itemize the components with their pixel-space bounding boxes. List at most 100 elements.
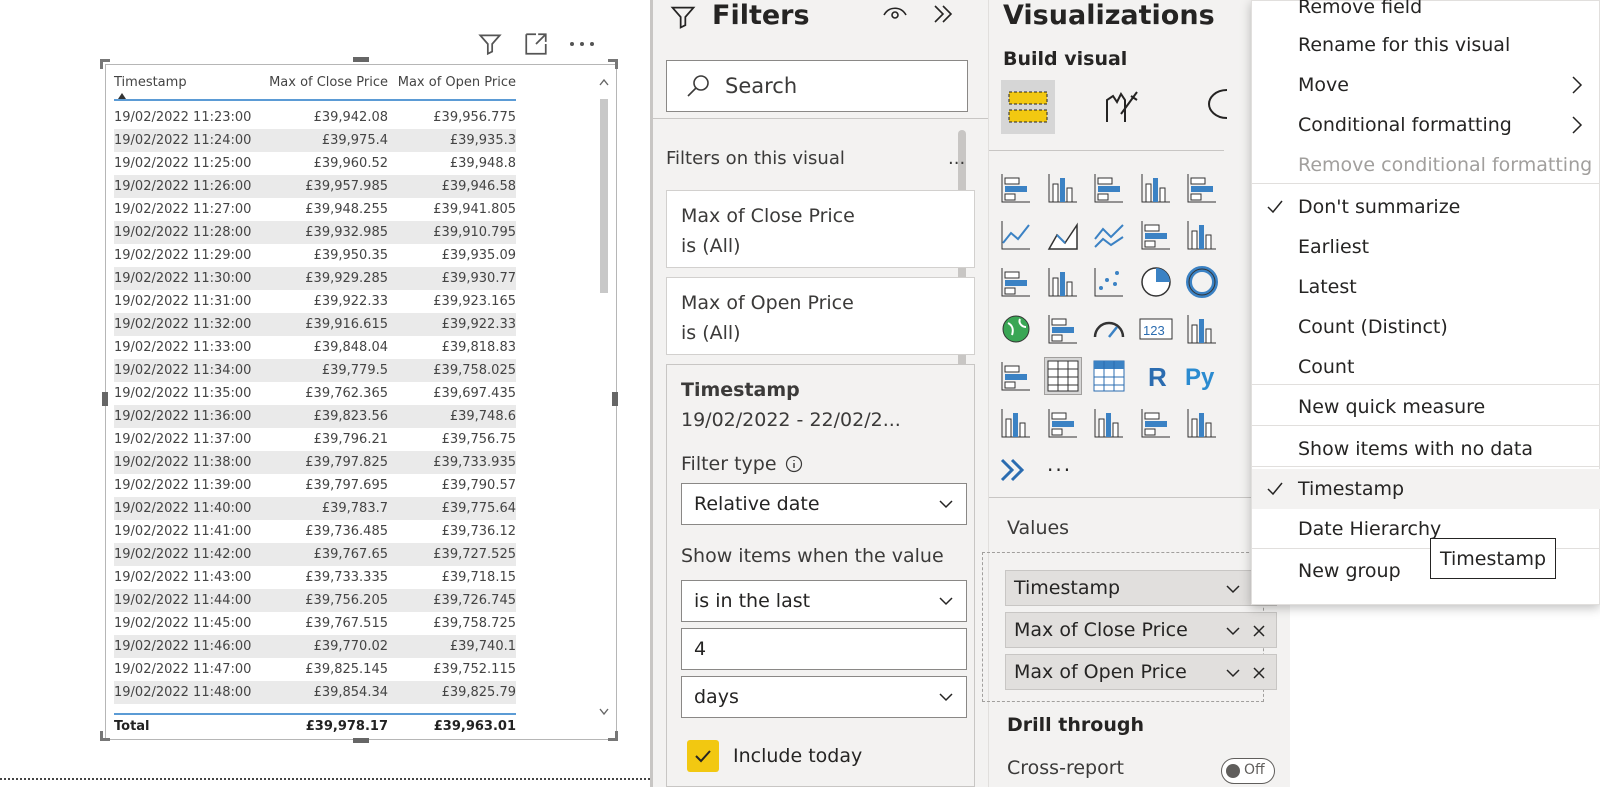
table-row[interactable]: 19/02/2022 11:26:00 £39,957.985 £39,946.58 [114, 175, 516, 198]
menu-item-rename-for-this-visual[interactable]: Rename for this visual [1252, 25, 1600, 65]
table-row[interactable]: 19/02/2022 11:39:00 £39,797.695 £39,790.57 [114, 474, 516, 497]
table-row[interactable]: 19/02/2022 11:41:00 £39,736.485 £39,736.12 [114, 520, 516, 543]
table-header-open-price[interactable]: Max of Open Price [388, 75, 516, 90]
table-row[interactable]: 19/02/2022 11:40:00 £39,783.7 £39,775.64 [114, 497, 516, 520]
chevron-down-icon[interactable] [1224, 664, 1242, 682]
scroll-thumb[interactable] [600, 99, 608, 293]
unit-dropdown[interactable]: days [681, 676, 967, 718]
value-well-timestamp[interactable]: Timestamp [1005, 570, 1277, 606]
multi-row-card-icon[interactable] [1184, 311, 1220, 347]
table-row[interactable]: 19/02/2022 11:32:00 £39,916.615 £39,922.33 [114, 313, 516, 336]
menu-item-don-t-summarize[interactable]: Don't summarize [1252, 187, 1600, 227]
python-visual-icon[interactable]: Py [1184, 358, 1220, 394]
smart-narrative-icon[interactable] [1091, 405, 1127, 441]
value-well-open-price[interactable]: Max of Open Price [1005, 654, 1277, 690]
menu-item-remove-field[interactable]: Remove field [1252, 0, 1600, 27]
resize-handle-left[interactable] [102, 392, 108, 406]
table-row[interactable]: 19/02/2022 11:48:00 £39,854.34 £39,825.79 [114, 681, 516, 704]
arcgis-map-icon[interactable] [1184, 405, 1220, 441]
menu-item-count-distinct[interactable]: Count (Distinct) [1252, 307, 1600, 347]
table-row[interactable]: 19/02/2022 11:44:00 £39,756.205 £39,726.74… [114, 589, 516, 612]
ribbon-chart-icon[interactable] [998, 264, 1034, 300]
map-icon[interactable] [998, 311, 1034, 347]
power-automate-icon[interactable] [998, 452, 1034, 488]
funnel-chart-icon[interactable] [1045, 264, 1081, 300]
resize-handle-top-right[interactable] [608, 59, 618, 69]
more-options-icon[interactable]: ... [948, 148, 965, 169]
table-row[interactable]: 19/02/2022 11:46:00 £39,770.02 £39,740.1 [114, 635, 516, 658]
resize-handle-bottom[interactable] [353, 738, 369, 743]
table-header-timestamp[interactable]: Timestamp [114, 75, 254, 90]
resize-handle-bottom-left[interactable] [100, 731, 110, 741]
table-row[interactable]: 19/02/2022 11:25:00 £39,960.52 £39,948.8 [114, 152, 516, 175]
resize-handle-top[interactable] [353, 57, 369, 62]
filter-card-timestamp[interactable]: Timestamp 19/02/2022 - 22/02/2... Filter… [666, 364, 975, 787]
area-chart-icon[interactable] [1045, 217, 1081, 253]
card-icon[interactable]: 123 [1138, 311, 1174, 347]
menu-item-count[interactable]: Count [1252, 347, 1600, 387]
table-row[interactable]: 19/02/2022 11:45:00 £39,767.515 £39,758.72… [114, 612, 516, 635]
cross-report-toggle[interactable]: Off [1221, 758, 1275, 784]
line-and-stacked-column-chart-icon[interactable] [1184, 217, 1220, 253]
menu-item-latest[interactable]: Latest [1252, 267, 1600, 307]
menu-item-move[interactable]: Move [1252, 65, 1600, 105]
table-row[interactable]: 19/02/2022 11:28:00 £39,932.985 £39,910.79… [114, 221, 516, 244]
chevron-down-icon[interactable] [1224, 580, 1242, 598]
table-icon[interactable] [1043, 357, 1082, 395]
menu-item-new-quick-measure[interactable]: New quick measure [1252, 387, 1600, 427]
more-visuals-icon[interactable]: ... [1047, 452, 1072, 476]
table-row[interactable]: 19/02/2022 11:29:00 £39,950.35 £39,935.09 [114, 244, 516, 267]
table-scrollbar[interactable] [598, 77, 610, 727]
table-header-close-price[interactable]: Max of Close Price [254, 75, 388, 90]
filter-search-input[interactable]: Search [666, 60, 968, 112]
qa-icon[interactable] [1045, 405, 1081, 441]
table-row[interactable]: 19/02/2022 11:27:00 £39,948.255 £39,941.80… [114, 198, 516, 221]
close-icon[interactable] [1250, 664, 1268, 682]
r-visual-icon[interactable]: R [1138, 358, 1174, 394]
info-icon[interactable] [785, 455, 803, 473]
chevron-down-icon[interactable] [1224, 622, 1242, 640]
scroll-up-icon[interactable] [598, 77, 610, 87]
value-well-close-price[interactable]: Max of Close Price [1005, 612, 1277, 648]
menu-item-timestamp[interactable]: Timestamp [1252, 469, 1600, 509]
table-row[interactable]: 19/02/2022 11:24:00 £39,975.4 £39,935.3 [114, 129, 516, 152]
focus-mode-icon[interactable] [520, 28, 552, 60]
filter-card-open-price[interactable]: Max of Open Price is (All) [666, 277, 975, 355]
table-row[interactable]: 19/02/2022 11:38:00 £39,797.825 £39,733.93… [114, 451, 516, 474]
menu-item-show-items-with-no-data[interactable]: Show items with no data [1252, 429, 1600, 469]
paginated-report-icon[interactable] [1138, 405, 1174, 441]
analytics-icon[interactable] [1207, 86, 1229, 122]
more-options-icon[interactable] [566, 28, 598, 60]
line-and-column-chart-icon[interactable] [1138, 217, 1174, 253]
include-today-checkbox[interactable] [687, 740, 719, 772]
table-row[interactable]: 19/02/2022 11:31:00 £39,922.33 £39,923.165 [114, 290, 516, 313]
gauge-icon[interactable] [1091, 311, 1127, 347]
build-visual-tab[interactable] [1001, 80, 1055, 134]
count-input[interactable]: 4 [681, 628, 967, 670]
format-visual-icon[interactable] [1101, 84, 1143, 126]
resize-handle-bottom-right[interactable] [608, 731, 618, 741]
table-row[interactable]: 19/02/2022 11:36:00 £39,823.56 £39,748.6 [114, 405, 516, 428]
clustered-bar-chart-icon[interactable] [1091, 170, 1127, 206]
table-row[interactable]: 19/02/2022 11:35:00 £39,762.365 £39,697.43… [114, 382, 516, 405]
resize-handle-right[interactable] [612, 392, 618, 406]
filled-map-icon[interactable] [1045, 311, 1081, 347]
condition-dropdown[interactable]: is in the last [681, 580, 967, 622]
donut-chart-icon[interactable] [1184, 264, 1220, 300]
stacked-area-chart-icon[interactable] [1091, 217, 1127, 253]
stacked-bar-chart-icon[interactable] [998, 170, 1034, 206]
eye-icon[interactable] [881, 3, 909, 23]
scroll-down-icon[interactable] [598, 707, 610, 717]
line-chart-icon[interactable] [998, 217, 1034, 253]
collapse-pane-icon[interactable] [931, 2, 955, 26]
table-row[interactable]: 19/02/2022 11:34:00 £39,779.5 £39,758.025 [114, 359, 516, 382]
pie-chart-icon[interactable] [1138, 264, 1174, 300]
filter-type-dropdown[interactable]: Relative date [681, 483, 967, 525]
slicer-icon[interactable] [998, 358, 1034, 394]
close-icon[interactable] [1250, 622, 1268, 640]
filter-card-close-price[interactable]: Max of Close Price is (All) [666, 190, 975, 268]
table-row[interactable]: 19/02/2022 11:23:00 £39,942.08 £39,956.775 [114, 106, 516, 129]
matrix-icon[interactable] [1091, 358, 1127, 394]
table-row[interactable]: 19/02/2022 11:42:00 £39,767.65 £39,727.525 [114, 543, 516, 566]
filter-icon[interactable] [474, 28, 506, 60]
